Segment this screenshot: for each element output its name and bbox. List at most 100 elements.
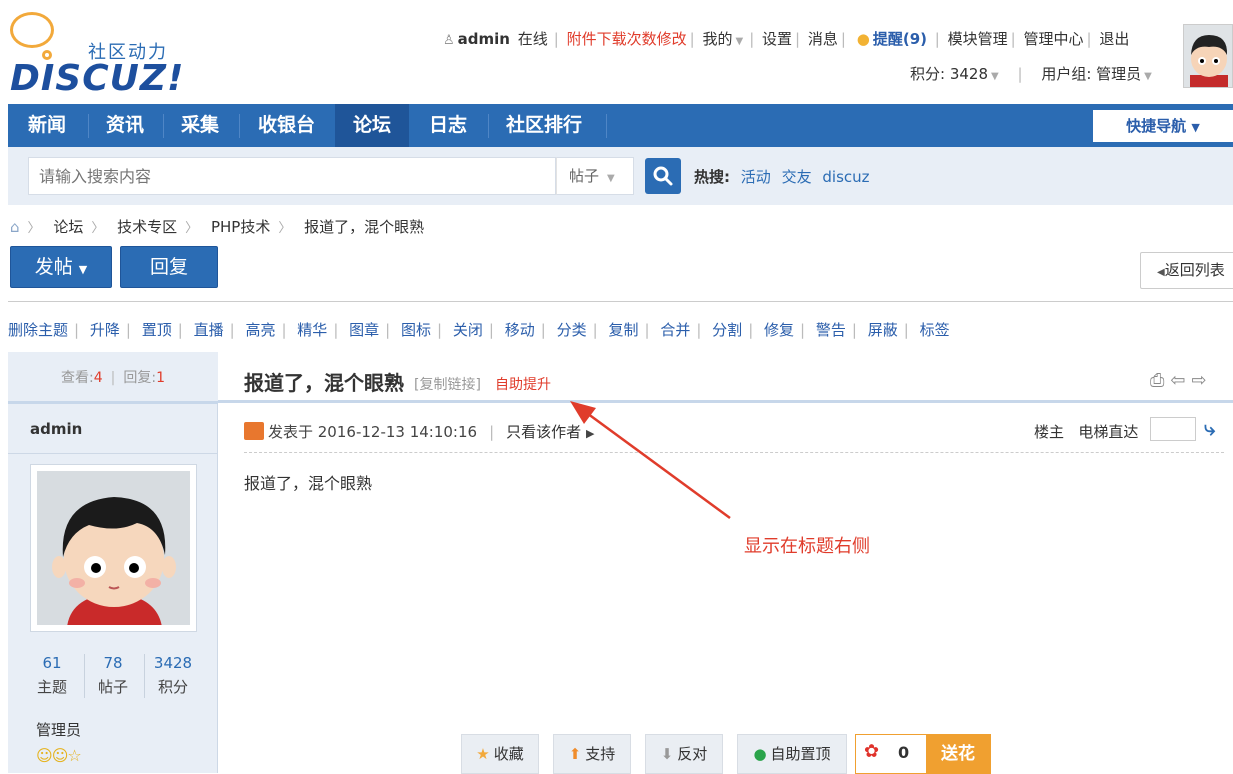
self-promote-link[interactable]: 自助提升 bbox=[495, 374, 551, 394]
mod-highlight[interactable]: 高亮 bbox=[245, 321, 275, 339]
author-group[interactable]: 管理员 bbox=[36, 719, 81, 740]
author-topics[interactable]: 61 主题 bbox=[24, 654, 80, 697]
rank-icons: ☺☺☆ bbox=[36, 746, 82, 765]
chevron-down-icon: ▼ bbox=[735, 36, 744, 47]
favorite-button[interactable]: ★ 收藏 bbox=[461, 734, 539, 774]
copy-link[interactable]: [复制链接] bbox=[414, 374, 481, 394]
breadcrumb: ⌂ 〉 论坛〉 技术专区〉 PHP技术〉 报道了，混个眼熟 bbox=[10, 218, 425, 236]
mod-copy[interactable]: 复制 bbox=[608, 321, 638, 339]
logo-bubble-icon bbox=[10, 12, 54, 48]
floor-jump-input[interactable] bbox=[1150, 417, 1196, 441]
thread-tools: ⎙⇦⇨ bbox=[1150, 370, 1213, 391]
hot-keyword[interactable]: 活动 bbox=[741, 168, 771, 186]
post-body: 报道了，混个眼熟 bbox=[244, 474, 373, 493]
nav-item-cashier[interactable]: 收银台 bbox=[240, 104, 333, 147]
mod-category[interactable]: 分类 bbox=[557, 321, 587, 339]
author-avatar[interactable] bbox=[30, 464, 197, 632]
avatar[interactable] bbox=[1183, 24, 1233, 88]
author-name[interactable]: admin bbox=[30, 420, 82, 438]
mod-icon[interactable]: 图标 bbox=[401, 321, 431, 339]
nav-item-forum[interactable]: 论坛 bbox=[335, 104, 410, 147]
mod-stamp[interactable]: 图章 bbox=[349, 321, 379, 339]
next-thread-icon[interactable]: ⇨ bbox=[1192, 370, 1213, 391]
support-button[interactable]: ⬆ 支持 bbox=[553, 734, 631, 774]
mod-split[interactable]: 分割 bbox=[712, 321, 742, 339]
nav-item-blog[interactable]: 日志 bbox=[411, 104, 485, 147]
floor-label: 楼主 bbox=[1034, 423, 1065, 441]
oppose-button[interactable]: ⬇ 反对 bbox=[645, 734, 723, 774]
reply-button[interactable]: 回复 bbox=[120, 246, 218, 288]
prev-thread-icon[interactable]: ⇦ bbox=[1170, 370, 1191, 391]
nav-item-collect[interactable]: 采集 bbox=[163, 104, 237, 147]
divider bbox=[8, 453, 218, 454]
star-icon: ☆ bbox=[67, 746, 81, 765]
new-post-button[interactable]: 发帖 ▼ bbox=[10, 246, 112, 288]
nav-item-news[interactable]: 新闻 bbox=[10, 104, 84, 147]
breadcrumb-php[interactable]: PHP技术 bbox=[211, 218, 270, 236]
quick-nav-button[interactable]: 快捷导航 ▼ bbox=[1093, 110, 1233, 142]
author-posts[interactable]: 78 帖子 bbox=[85, 654, 141, 697]
mod-merge[interactable]: 合并 bbox=[660, 321, 690, 339]
mod-delete[interactable]: 删除主题 bbox=[8, 321, 68, 339]
moderation-toolbar: 删除主题 | 升降 | 置顶 | 直播 | 高亮 | 精华 | 图章 | 图标 | 关闭 | 移动… bbox=[8, 321, 950, 339]
search-button[interactable] bbox=[645, 158, 681, 194]
send-flower-button[interactable]: 送花 bbox=[926, 735, 990, 773]
annotation-text: 显示在标题右侧 bbox=[744, 536, 870, 557]
messages-link[interactable]: 消息 bbox=[808, 30, 838, 48]
module-manage-link[interactable]: 模块管理 bbox=[948, 30, 1008, 48]
breadcrumb-thread[interactable]: 报道了，混个眼熟 bbox=[304, 218, 424, 236]
flower-icon: ✿ bbox=[864, 741, 880, 762]
chevron-down-icon: ▼ bbox=[1144, 71, 1152, 82]
print-icon[interactable]: ⎙ bbox=[1150, 370, 1170, 391]
mod-live[interactable]: 直播 bbox=[194, 321, 224, 339]
mod-close[interactable]: 关闭 bbox=[453, 321, 483, 339]
hot-keyword[interactable]: 交友 bbox=[782, 168, 812, 186]
usergroup-link[interactable]: 用户组: 管理员 bbox=[1041, 65, 1141, 83]
author-points[interactable]: 3428 积分 bbox=[145, 654, 201, 697]
nav-item-info[interactable]: 资讯 bbox=[88, 104, 162, 147]
jump-go-icon[interactable]: ⤷ bbox=[1204, 416, 1215, 440]
search-input[interactable] bbox=[28, 157, 556, 195]
my-menu-link[interactable]: 我的 bbox=[702, 30, 732, 48]
post-date: 发表于 2016-12-13 14:10:16 bbox=[268, 423, 478, 441]
self-pin-button[interactable]: ● 自助置顶 bbox=[737, 734, 847, 774]
bulb-icon: ● bbox=[856, 30, 870, 48]
points-link[interactable]: 积分: 3428 bbox=[910, 65, 988, 83]
mod-warn[interactable]: 警告 bbox=[816, 321, 846, 339]
breadcrumb-tech[interactable]: 技术专区 bbox=[117, 218, 177, 236]
mod-stick[interactable]: 置顶 bbox=[142, 321, 172, 339]
mod-bump[interactable]: 升降 bbox=[90, 321, 120, 339]
reply-count: 1 bbox=[156, 370, 165, 386]
search-type-select[interactable]: 帖子 ▼ bbox=[556, 157, 634, 195]
mod-tag[interactable]: 标签 bbox=[920, 321, 950, 339]
star-icon: ★ bbox=[476, 745, 490, 763]
home-icon[interactable]: ⌂ bbox=[10, 218, 20, 236]
attachment-download-link[interactable]: 附件下载次数修改 bbox=[567, 30, 687, 48]
thread-stats: 查看:4 | 回复:1 bbox=[8, 352, 218, 404]
hot-keyword[interactable]: discuz bbox=[822, 168, 869, 186]
breadcrumb-forum[interactable]: 论坛 bbox=[53, 218, 83, 236]
user-subbar: 积分: 3428 ▼ | 用户组: 管理员 ▼ bbox=[910, 65, 1152, 83]
location-pin-icon: ● bbox=[753, 745, 767, 763]
chevron-down-icon: ▼ bbox=[1191, 121, 1200, 134]
chevron-down-icon: ▼ bbox=[991, 71, 999, 82]
settings-link[interactable]: 设置 bbox=[762, 30, 792, 48]
admin-center-link[interactable]: 管理中心 bbox=[1023, 30, 1083, 48]
back-to-list-button[interactable]: ◀返回列表 bbox=[1140, 252, 1233, 289]
mod-ban[interactable]: 屏蔽 bbox=[868, 321, 898, 339]
site-logo[interactable]: 社区动力 DISCUZ! bbox=[8, 10, 208, 100]
username-link[interactable]: admin bbox=[458, 30, 510, 48]
smiley-icon: ☺ bbox=[51, 746, 69, 765]
jump-label: 电梯直达 bbox=[1078, 423, 1139, 441]
arrow-up-icon: ⬆ bbox=[568, 745, 582, 763]
mod-repair[interactable]: 修复 bbox=[764, 321, 794, 339]
logout-link[interactable]: 退出 bbox=[1099, 30, 1129, 48]
nav-item-ranking[interactable]: 社区排行 bbox=[488, 104, 600, 147]
view-count: 4 bbox=[93, 370, 103, 386]
mod-move[interactable]: 移动 bbox=[505, 321, 535, 339]
mod-digest[interactable]: 精华 bbox=[297, 321, 327, 339]
thread-title: 报道了，混个眼熟 bbox=[244, 371, 404, 395]
floor-info: 楼主 电梯直达 bbox=[1034, 421, 1138, 442]
main-nav: 新闻 资讯 采集 收银台 论坛 日志 社区排行 bbox=[8, 104, 1233, 147]
reminder-link[interactable]: 提醒(9) bbox=[873, 30, 927, 48]
